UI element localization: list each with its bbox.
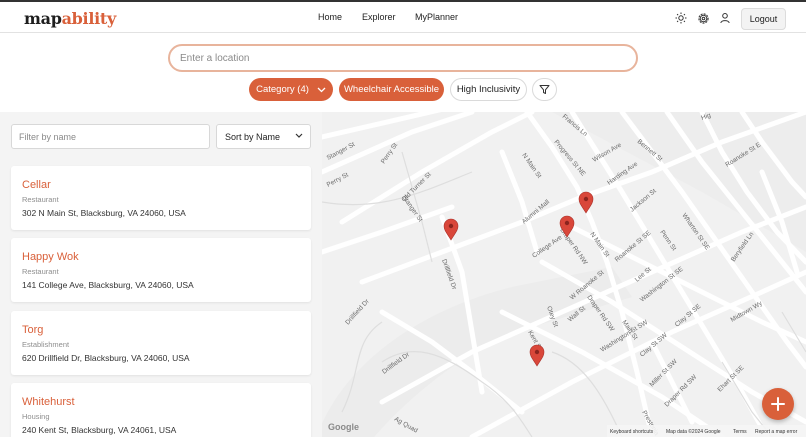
sort-select-value: Sort by Name	[225, 132, 280, 142]
place-type: Housing	[22, 412, 50, 421]
map-view[interactable]: Stanger St Perry St Perry St Old Turner …	[322, 112, 806, 437]
user-icon[interactable]	[718, 11, 732, 25]
place-address: 240 Kent St, Blacksburg, VA 24061, USA	[22, 425, 176, 435]
logout-button[interactable]: Logout	[741, 8, 786, 30]
google-logo: Google	[328, 422, 359, 432]
report-map-error-link[interactable]: Report a map error	[755, 429, 798, 435]
map-data-label: Map data ©2024 Google	[666, 428, 721, 435]
add-place-button[interactable]	[762, 388, 794, 420]
place-address: 620 Drillfield Dr, Blacksburg, VA 24060,…	[22, 353, 190, 363]
nav-myplanner[interactable]: MyPlanner	[415, 12, 458, 22]
place-card[interactable]: Cellar Restaurant 302 N Main St, Blacksb…	[11, 166, 311, 230]
category-filter-label: Category (4)	[256, 84, 309, 95]
nav-home[interactable]: Home	[318, 12, 342, 22]
place-name[interactable]: Cellar	[22, 179, 51, 191]
name-filter	[11, 124, 210, 149]
gear-icon[interactable]	[696, 11, 710, 25]
sun-icon[interactable]	[674, 11, 688, 25]
sort-select[interactable]: Sort by Name	[216, 124, 311, 149]
place-name[interactable]: Whitehurst	[22, 396, 75, 408]
map-canvas[interactable]: Stanger St Perry St Perry St Old Turner …	[322, 112, 806, 437]
nav-explorer[interactable]: Explorer	[362, 12, 396, 22]
place-card[interactable]: Happy Wok Restaurant 141 College Ave, Bl…	[11, 238, 311, 302]
high-inclusivity-chip[interactable]: High Inclusivity	[450, 78, 527, 101]
top-bar: mapability Home Explorer MyPlanner Logou…	[0, 0, 806, 33]
place-name[interactable]: Happy Wok	[22, 251, 79, 263]
wheelchair-accessible-chip[interactable]: Wheelchair Accessible	[339, 78, 444, 101]
logo-text-map: map	[24, 9, 62, 28]
places-list-panel: Sort by Name Cellar Restaurant 302 N Mai…	[0, 112, 322, 437]
place-card[interactable]: Torg Establishment 620 Drillfield Dr, Bl…	[11, 311, 311, 375]
plus-icon	[771, 397, 785, 411]
place-type: Establishment	[22, 340, 69, 349]
place-address: 141 College Ave, Blacksburg, VA 24060, U…	[22, 280, 194, 290]
location-search	[168, 44, 638, 72]
place-type: Restaurant	[22, 267, 59, 276]
name-filter-input[interactable]	[12, 125, 209, 148]
location-search-input[interactable]	[170, 46, 636, 70]
funnel-icon	[539, 84, 550, 95]
keyboard-shortcuts-link[interactable]: Keyboard shortcuts	[610, 429, 654, 435]
place-address: 302 N Main St, Blacksburg, VA 24060, USA	[22, 208, 186, 218]
logo-text-ability: ability	[62, 9, 116, 28]
chevron-down-icon	[295, 133, 303, 139]
more-filters-button[interactable]	[532, 78, 557, 101]
chevron-down-icon	[317, 87, 326, 93]
category-filter-button[interactable]: Category (4)	[249, 78, 333, 101]
app-logo[interactable]: mapability	[24, 9, 116, 28]
place-name[interactable]: Torg	[22, 324, 43, 336]
place-card[interactable]: Whitehurst Housing 240 Kent St, Blacksbu…	[11, 383, 311, 437]
place-type: Restaurant	[22, 195, 59, 204]
terms-link[interactable]: Terms	[733, 429, 747, 435]
